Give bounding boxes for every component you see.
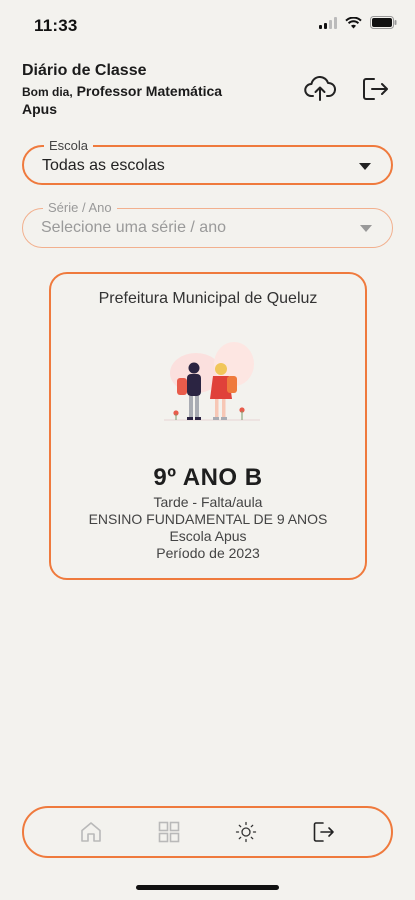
class-school: Escola Apus [169,528,247,544]
serie-select[interactable]: Série / Ano Selecione uma série / ano [22,200,393,248]
user-name-line2: Apus [22,101,57,117]
status-time: 11:33 [34,16,78,35]
sync-button[interactable] [303,74,337,104]
nav-home[interactable] [76,817,106,847]
logout-button[interactable] [359,74,393,104]
wifi-icon [345,16,362,29]
logout-icon [313,822,334,842]
sun-icon [236,821,257,843]
bottom-nav [22,806,393,858]
user-name: Professor Matemática [76,83,223,99]
grid-icon [158,821,179,843]
header: Diário de Classe Bom dia, Professor Mate… [22,62,393,122]
nav-theme[interactable] [231,817,261,847]
organization-name: Prefeitura Municipal de Queluz [98,290,318,307]
escola-select[interactable]: Escola Todas as escolas [22,138,393,185]
chevron-down-icon [360,225,372,232]
class-shift: Tarde - Falta/aula [153,494,263,510]
battery-icon [370,16,397,29]
class-card[interactable]: Prefeitura Municipal de Queluz 9º ANO B … [49,272,367,580]
escola-label: Escola [44,138,94,154]
class-name: 9º ANO B [153,464,263,491]
nav-grid[interactable] [154,817,184,847]
students-illustration [164,342,260,421]
cloud-upload-icon [304,76,336,101]
serie-placeholder: Selecione uma série / ano [41,219,226,236]
class-level: ENSINO FUNDAMENTAL DE 9 ANOS [88,511,328,527]
logout-icon [363,78,388,100]
status-bar: 11:33 [0,0,415,52]
greeting-prefix: Bom dia, [22,85,73,99]
signal-icon [319,16,337,29]
class-period: Período de 2023 [156,545,260,561]
chevron-down-icon [359,163,371,170]
nav-logout[interactable] [309,817,339,847]
home-indicator [136,885,279,890]
serie-label: Série / Ano [43,200,117,216]
escola-value: Todas as escolas [42,157,165,174]
home-icon [81,822,101,842]
